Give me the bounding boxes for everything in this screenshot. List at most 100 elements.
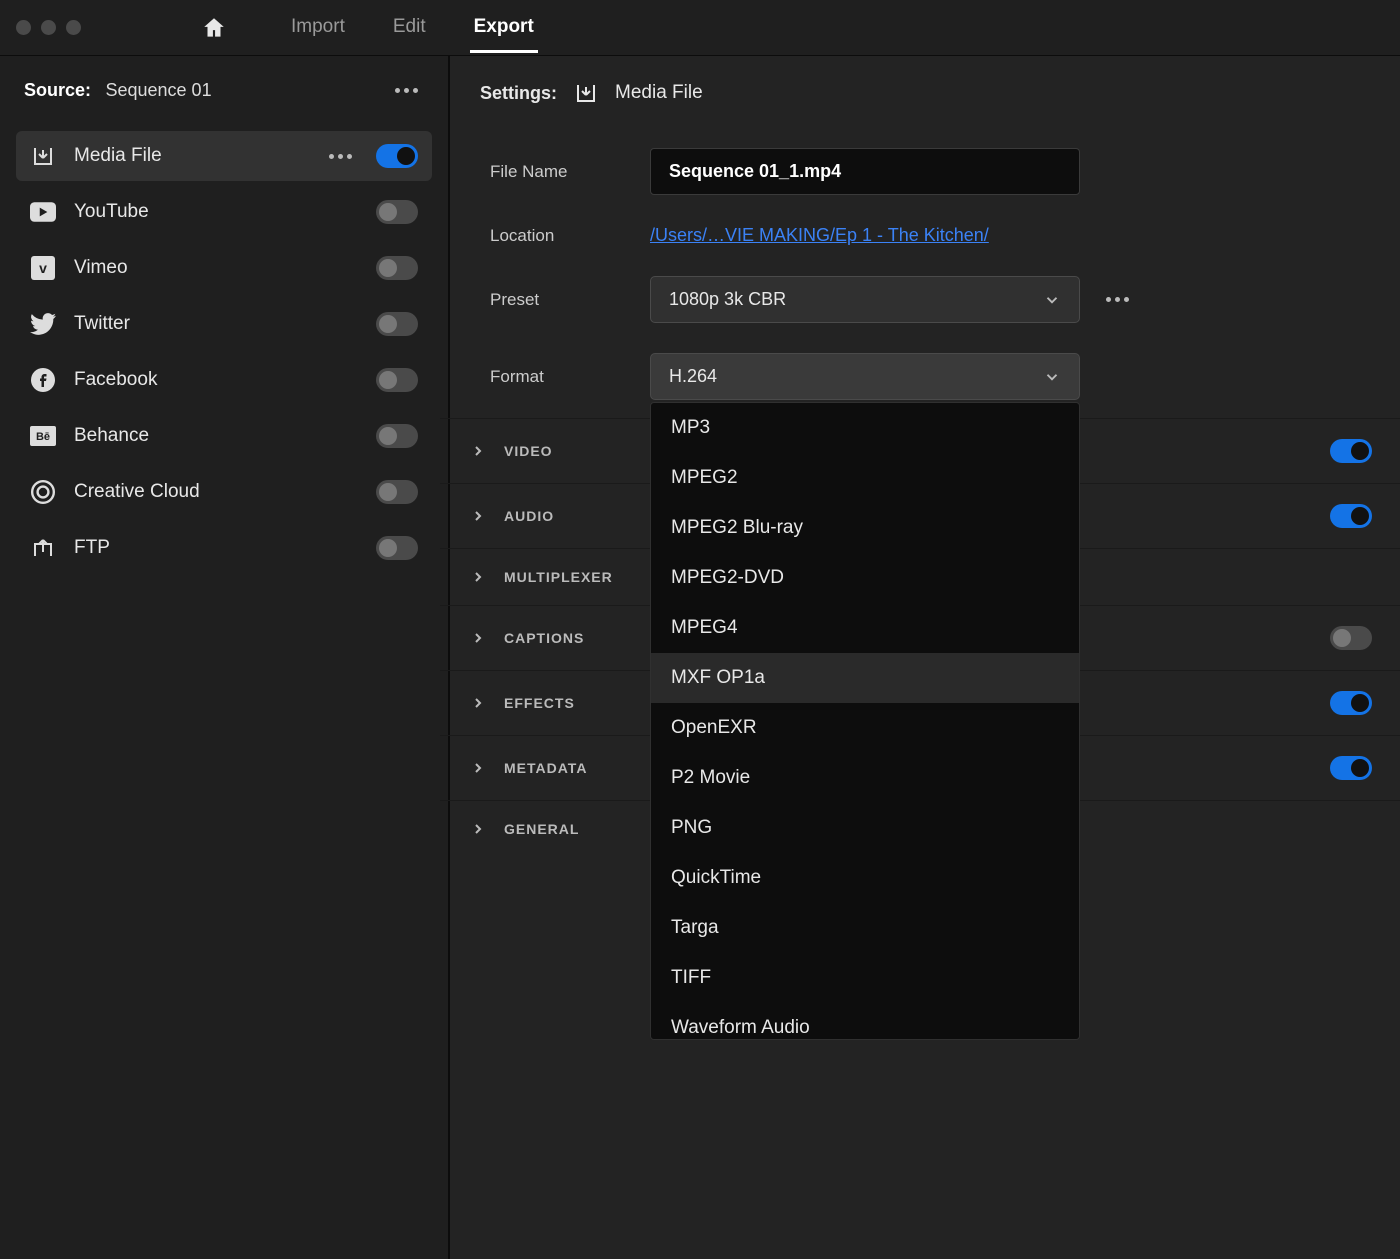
destination-media-file[interactable]: Media File	[16, 131, 432, 181]
destination-toggle[interactable]	[376, 424, 418, 448]
destination-youtube[interactable]: YouTube	[16, 187, 432, 237]
settings-destination-title: Media File	[615, 82, 703, 104]
svg-text:v: v	[39, 260, 47, 276]
format-option[interactable]: Targa	[651, 903, 1079, 953]
chevron-right-icon	[470, 443, 486, 459]
file-name-input[interactable]: Sequence 01_1.mp4	[650, 148, 1080, 195]
preset-more-button[interactable]	[1100, 291, 1135, 308]
format-option[interactable]: P2 Movie	[651, 753, 1079, 803]
format-option[interactable]: Waveform Audio	[651, 1003, 1079, 1040]
home-button[interactable]	[201, 15, 227, 41]
format-option[interactable]: OpenEXR	[651, 703, 1079, 753]
format-option[interactable]: MPEG2-DVD	[651, 553, 1079, 603]
destination-toggle[interactable]	[376, 144, 418, 168]
accordion-toggle[interactable]	[1330, 691, 1372, 715]
destination-toggle[interactable]	[376, 312, 418, 336]
svg-text:Bē: Bē	[36, 431, 50, 443]
destination-creative-cloud[interactable]: Creative Cloud	[16, 467, 432, 517]
accordion-label: VIDEO	[504, 443, 553, 459]
chevron-right-icon	[470, 630, 486, 646]
chevron-right-icon	[470, 695, 486, 711]
behance-icon: Bē	[30, 423, 56, 449]
chevron-down-icon	[1043, 291, 1061, 309]
tab-import[interactable]: Import	[287, 2, 349, 53]
cc-icon	[30, 479, 56, 505]
accordion-toggle[interactable]	[1330, 626, 1372, 650]
chevron-right-icon	[470, 569, 486, 585]
destination-toggle[interactable]	[376, 368, 418, 392]
accordion-label: CAPTIONS	[504, 630, 584, 646]
file-name-label: File Name	[490, 162, 650, 182]
format-option[interactable]: PNG	[651, 803, 1079, 853]
facebook-icon	[30, 367, 56, 393]
home-icon	[201, 15, 227, 41]
destination-toggle[interactable]	[376, 480, 418, 504]
chevron-right-icon	[470, 821, 486, 837]
format-option[interactable]: MP3	[651, 403, 1079, 453]
traffic-close-icon[interactable]	[16, 20, 31, 35]
format-label: Format	[490, 367, 650, 387]
accordion-label: METADATA	[504, 760, 587, 776]
upload-icon	[30, 535, 56, 561]
destination-toggle[interactable]	[376, 536, 418, 560]
source-panel: Source: Sequence 01 Media File YouTube v Vi…	[0, 56, 450, 1259]
chevron-right-icon	[470, 508, 486, 524]
format-value: H.264	[669, 366, 717, 387]
destination-label: Creative Cloud	[74, 481, 200, 503]
youtube-icon	[30, 199, 56, 225]
format-option[interactable]: MPEG2	[651, 453, 1079, 503]
window-traffic-lights[interactable]	[16, 20, 81, 35]
settings-label: Settings:	[480, 83, 557, 104]
destination-label: Media File	[74, 145, 162, 167]
download-box-icon	[573, 80, 599, 106]
destination-toggle[interactable]	[376, 256, 418, 280]
vimeo-icon: v	[30, 255, 56, 281]
twitter-icon	[30, 311, 56, 337]
format-option[interactable]: TIFF	[651, 953, 1079, 1003]
destination-label: Vimeo	[74, 257, 128, 279]
accordion-label: GENERAL	[504, 821, 579, 837]
preset-value: 1080p 3k CBR	[669, 289, 786, 310]
format-option[interactable]: MPEG2 Blu-ray	[651, 503, 1079, 553]
format-option[interactable]: MXF OP1a	[651, 653, 1079, 703]
format-dropdown[interactable]: MP3MPEG2MPEG2 Blu-rayMPEG2-DVDMPEG4MXF O…	[650, 402, 1080, 1040]
destination-toggle[interactable]	[376, 200, 418, 224]
destination-label: Twitter	[74, 313, 130, 335]
accordion-toggle[interactable]	[1330, 504, 1372, 528]
accordion-label: EFFECTS	[504, 695, 575, 711]
preset-label: Preset	[490, 290, 650, 310]
accordion-label: AUDIO	[504, 508, 554, 524]
destination-facebook[interactable]: Facebook	[16, 355, 432, 405]
destination-label: FTP	[74, 537, 110, 559]
source-label: Source:	[24, 80, 91, 100]
download-box-icon	[30, 143, 56, 169]
source-more-button[interactable]	[389, 82, 424, 99]
location-label: Location	[490, 226, 650, 246]
destination-label: Facebook	[74, 369, 157, 391]
source-value[interactable]: Sequence 01	[105, 80, 211, 100]
destination-twitter[interactable]: Twitter	[16, 299, 432, 349]
destination-behance[interactable]: Bē Behance	[16, 411, 432, 461]
destination-list: Media File YouTube v Vimeo Twitter Facebook Bē…	[16, 131, 432, 573]
tab-export[interactable]: Export	[470, 2, 538, 53]
location-link[interactable]: /Users/…VIE MAKING/Ep 1 - The Kitchen/	[650, 225, 989, 245]
destination-ftp[interactable]: FTP	[16, 523, 432, 573]
format-select[interactable]: H.264	[650, 353, 1080, 400]
traffic-max-icon[interactable]	[66, 20, 81, 35]
destination-label: YouTube	[74, 201, 149, 223]
workspace-tabs: Import Edit Export	[287, 2, 538, 53]
format-option[interactable]: QuickTime	[651, 853, 1079, 903]
destination-more-button[interactable]	[323, 148, 358, 165]
destination-label: Behance	[74, 425, 149, 447]
format-option[interactable]: MPEG4	[651, 603, 1079, 653]
chevron-right-icon	[470, 760, 486, 776]
destination-vimeo[interactable]: v Vimeo	[16, 243, 432, 293]
accordion-label: MULTIPLEXER	[504, 569, 613, 585]
traffic-min-icon[interactable]	[41, 20, 56, 35]
accordion-toggle[interactable]	[1330, 756, 1372, 780]
chevron-down-icon	[1043, 368, 1061, 386]
tab-edit[interactable]: Edit	[389, 2, 430, 53]
settings-panel: Settings: Media File File Name Sequence …	[450, 56, 1400, 1259]
accordion-toggle[interactable]	[1330, 439, 1372, 463]
preset-select[interactable]: 1080p 3k CBR	[650, 276, 1080, 323]
